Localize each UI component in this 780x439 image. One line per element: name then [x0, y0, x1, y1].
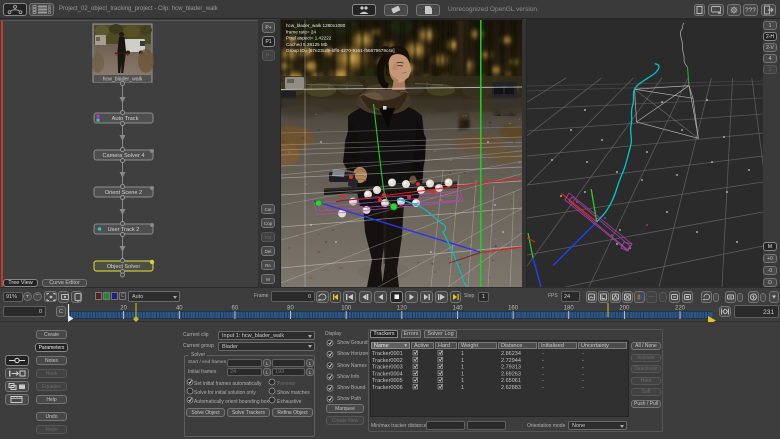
svg-text:-: -	[542, 371, 544, 377]
svg-text:Cached 5.28125 Mb: Cached 5.28125 Mb	[286, 42, 328, 47]
svg-text:2.79313: 2.79313	[501, 365, 521, 371]
svg-text:-: -	[582, 351, 584, 357]
svg-text:2.86234: 2.86234	[501, 351, 521, 357]
svg-text:160: 160	[508, 306, 519, 312]
svg-text:-: -	[582, 365, 584, 371]
svg-text:1: 1	[461, 385, 464, 391]
svg-text:2.69263: 2.69263	[501, 371, 521, 377]
svg-text:hcw_blader_walk 1280x1080: hcw_blader_walk 1280x1080	[286, 23, 346, 28]
svg-text:140: 140	[452, 306, 463, 312]
svg-text:Auto Track: Auto Track	[112, 116, 139, 122]
svg-text:220: 220	[675, 306, 686, 312]
svg-text:-: -	[582, 385, 584, 391]
svg-text:180: 180	[564, 306, 575, 312]
svg-text:-: -	[542, 365, 544, 371]
svg-text:User Track 2: User Track 2	[108, 227, 140, 233]
svg-text:120: 120	[397, 306, 408, 312]
svg-text:200: 200	[619, 306, 630, 312]
svg-text:20: 20	[120, 306, 127, 312]
svg-text:-: -	[542, 351, 544, 357]
svg-text:Pixel aspect= 1.42222: Pixel aspect= 1.42222	[286, 36, 332, 41]
svg-text:1: 1	[461, 351, 464, 357]
svg-text:-: -	[542, 385, 544, 391]
svg-text:40: 40	[176, 306, 183, 312]
svg-text:Tracker0002: Tracker0002	[372, 358, 403, 364]
svg-text:Object Solver: Object Solver	[107, 264, 141, 270]
svg-text:-: -	[582, 378, 584, 384]
svg-text:Tracker0006: Tracker0006	[372, 385, 403, 391]
svg-text:80: 80	[287, 306, 294, 312]
svg-text:100: 100	[341, 306, 352, 312]
svg-text:1: 1	[461, 371, 464, 377]
svg-text:Tracker0004: Tracker0004	[372, 371, 403, 377]
svg-text:Orient Scene 2: Orient Scene 2	[105, 190, 142, 196]
svg-text:2.62883: 2.62883	[501, 385, 521, 391]
svg-text:-: -	[542, 378, 544, 384]
svg-text:Tracker0005: Tracker0005	[372, 378, 403, 384]
svg-text:-: -	[582, 358, 584, 364]
svg-text:2.65061: 2.65061	[501, 378, 521, 384]
svg-text:Tracker0001: Tracker0001	[372, 351, 403, 357]
svg-text:60: 60	[232, 306, 239, 312]
svg-text:Group ID= [67e23cd9-bff6-4270-: Group ID= [67e23cd9-bff6-4270-9161-f5567…	[286, 48, 395, 53]
svg-text:2.72944: 2.72944	[501, 358, 521, 364]
svg-text:frame rate= 24: frame rate= 24	[286, 29, 316, 34]
svg-text:-: -	[542, 358, 544, 364]
svg-text:-: -	[582, 371, 584, 377]
svg-text:Camera Solver 4: Camera Solver 4	[103, 153, 145, 159]
svg-text:1: 1	[461, 365, 464, 371]
svg-text:Tracker0003: Tracker0003	[372, 365, 403, 371]
svg-text:1: 1	[461, 358, 464, 364]
svg-text:1: 1	[461, 378, 464, 384]
